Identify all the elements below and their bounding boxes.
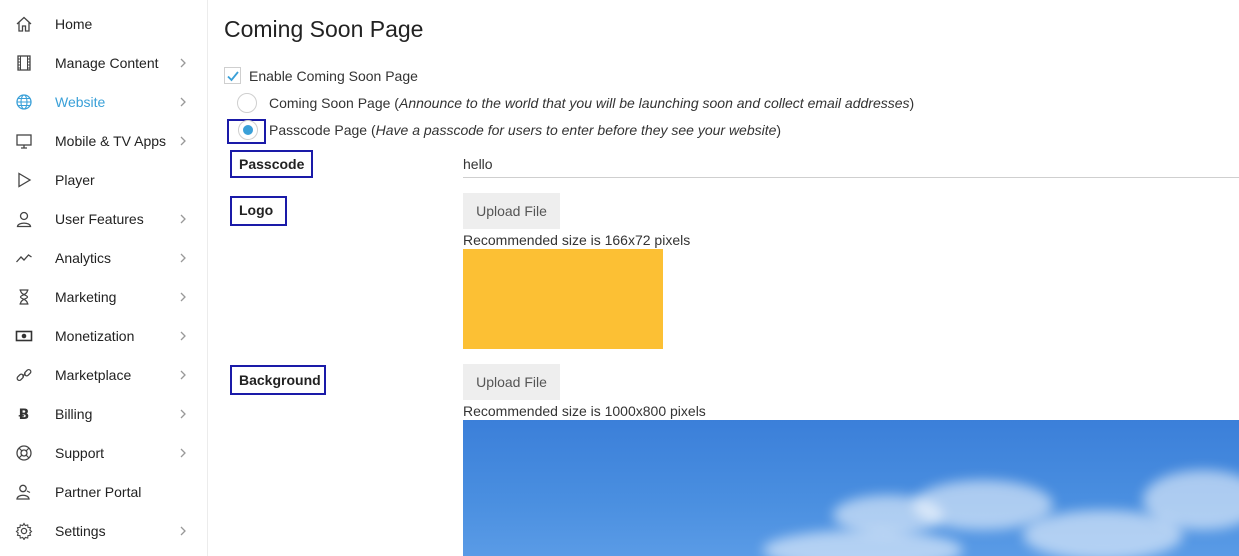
sidebar-item-monetization[interactable]: Monetization (0, 316, 208, 355)
sidebar-item-label: Player (55, 171, 95, 188)
sidebar-item-mobile-and-tv-apps[interactable]: Mobile & TV Apps (0, 121, 208, 160)
chevron-right-icon (178, 329, 188, 343)
background-preview-image (463, 420, 1239, 556)
chevron-right-icon (178, 212, 188, 226)
trend-icon (15, 249, 33, 267)
logo-label: Logo (239, 202, 274, 218)
home-icon (15, 15, 33, 33)
money-icon (15, 327, 33, 345)
chevron-right-icon (178, 290, 188, 304)
link-icon (15, 366, 33, 384)
partner-icon (15, 483, 33, 501)
sidebar-item-partner-portal[interactable]: Partner Portal (0, 472, 208, 511)
sidebar-item-label: Mobile & TV Apps (55, 132, 167, 149)
film-icon (15, 54, 33, 72)
sidebar-item-label: Partner Portal (55, 483, 142, 500)
sidebar-item-marketplace[interactable]: Marketplace (0, 355, 208, 394)
page-title: Coming Soon Page (224, 16, 424, 42)
chevron-right-icon (178, 251, 188, 265)
sidebar-item-label: Website (55, 93, 106, 110)
chevron-right-icon (178, 95, 188, 109)
sidebar-item-home[interactable]: Home (0, 4, 208, 43)
chevron-right-icon (178, 524, 188, 538)
sidebar-item-label: Billing (55, 405, 93, 422)
logo-upload-button[interactable]: Upload File (463, 193, 560, 229)
globe-icon (15, 93, 33, 111)
chevron-right-icon (178, 407, 188, 421)
sidebar-item-label: Support (55, 444, 105, 461)
sidebar-item-label: Home (55, 15, 93, 32)
gear-icon (15, 521, 33, 540)
sidebar-item-analytics[interactable]: Analytics (0, 238, 208, 277)
svg-text:Ƀ: Ƀ (19, 407, 30, 423)
sidebar-item-billing[interactable]: Ƀ Billing (0, 394, 208, 433)
enable-coming-soon-label: Enable Coming Soon Page (249, 68, 418, 84)
sidebar-item-label: Marketplace (55, 366, 132, 383)
sidebar-item-manage-content[interactable]: Manage Content (0, 43, 208, 82)
background-upload-button[interactable]: Upload File (463, 364, 560, 400)
background-size-hint: Recommended size is 1000x800 pixels (463, 403, 706, 419)
passcode-input[interactable] (463, 151, 1239, 178)
sidebar-item-support[interactable]: Support (0, 433, 208, 472)
bitcoin-icon: Ƀ (15, 405, 33, 423)
sidebar: Home Manage Content Website Mobile & TV App… (0, 0, 208, 556)
monitor-icon (15, 132, 33, 150)
enable-coming-soon-checkbox[interactable] (224, 67, 241, 84)
chevron-right-icon (178, 134, 188, 148)
user-icon (15, 210, 33, 228)
background-label: Background (239, 372, 321, 388)
sidebar-item-website[interactable]: Website (0, 82, 208, 121)
chevron-right-icon (178, 446, 188, 460)
passcode-option-title: Passcode Page (269, 122, 368, 138)
passcode-label: Passcode (239, 156, 305, 172)
coming-soon-radio[interactable] (237, 93, 257, 113)
sidebar-item-label: Manage Content (55, 54, 159, 71)
sidebar-item-label: Settings (55, 522, 106, 539)
sidebar-item-label: Monetization (55, 327, 135, 344)
coming-soon-option-title: Coming Soon Page (269, 95, 391, 111)
sidebar-item-label: User Features (55, 210, 144, 227)
hourglass-icon (15, 288, 33, 306)
sidebar-item-marketing[interactable]: Marketing (0, 277, 208, 316)
logo-preview-image (463, 249, 663, 349)
play-icon (15, 171, 33, 189)
sidebar-item-label: Analytics (55, 249, 112, 266)
coming-soon-option-desc: Announce to the world that you will be l… (398, 95, 910, 111)
sidebar-item-player[interactable]: Player (0, 160, 208, 199)
passcode-radio[interactable] (238, 120, 258, 140)
sidebar-item-user-features[interactable]: User Features (0, 199, 208, 238)
coming-soon-option-label: Coming Soon Page (Announce to the world … (269, 95, 915, 111)
logo-size-hint: Recommended size is 166x72 pixels (463, 232, 691, 248)
checkmark-icon (226, 70, 239, 81)
lifebuoy-icon (15, 444, 33, 462)
passcode-option-desc: Have a passcode for users to enter befor… (375, 122, 777, 138)
sidebar-item-label: Marketing (55, 288, 117, 305)
chevron-right-icon (178, 368, 188, 382)
chevron-right-icon (178, 56, 188, 70)
sidebar-item-settings[interactable]: Settings (0, 511, 208, 550)
passcode-option-label: Passcode Page (Have a passcode for users… (269, 122, 782, 138)
